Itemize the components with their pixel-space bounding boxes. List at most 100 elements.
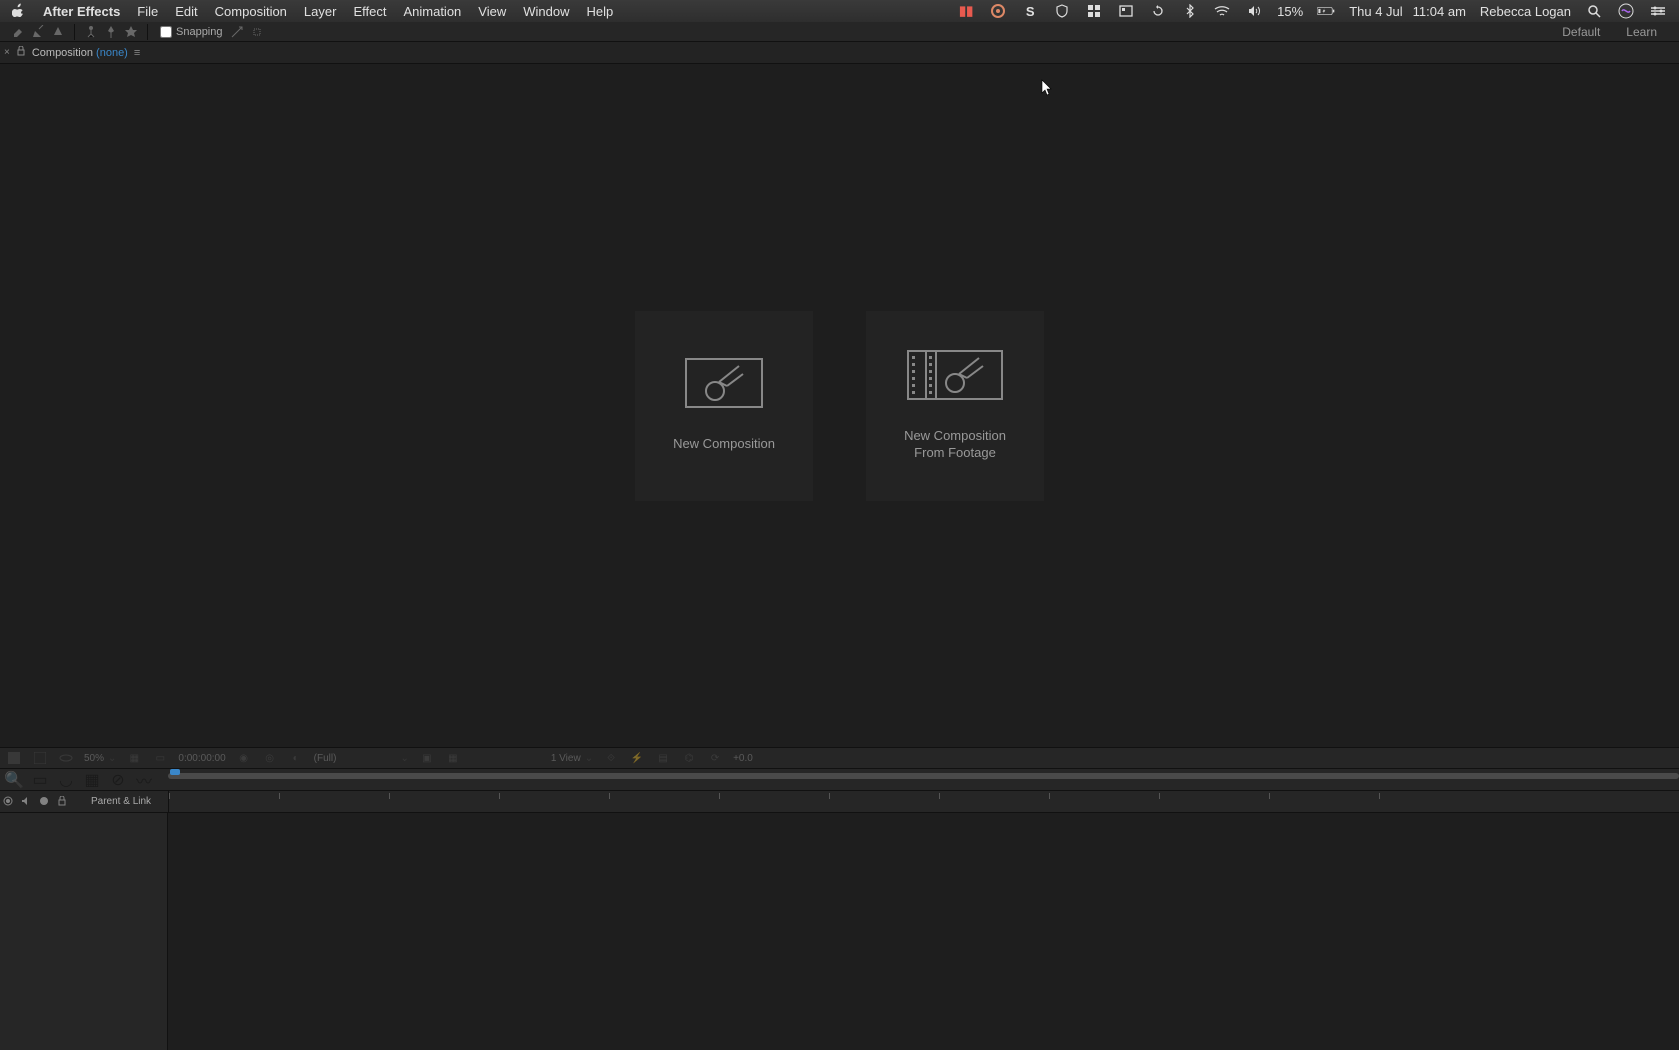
ae-toolbar: Snapping Default Learn	[0, 22, 1679, 42]
workarea-bar[interactable]	[168, 773, 1679, 779]
volume-icon[interactable]	[1245, 2, 1263, 20]
3d-icon[interactable]	[58, 750, 74, 766]
timeline-layer-list[interactable]	[0, 813, 168, 1050]
resolution-dropdown[interactable]: (Full) ⌄	[314, 753, 409, 764]
menu-help[interactable]: Help	[586, 4, 613, 19]
puppet-pin-icon[interactable]	[101, 22, 121, 42]
lock-toggle-icon[interactable]	[57, 796, 69, 808]
battery-percent[interactable]: 15%	[1277, 4, 1303, 19]
solo-toggle-icon[interactable]	[39, 796, 51, 808]
eraser-tool-icon[interactable]	[8, 22, 28, 42]
timecode-display[interactable]: 0:00:00:00	[178, 753, 225, 764]
spotlight-icon[interactable]	[1585, 2, 1603, 20]
chevron-down-icon: ⌄	[400, 753, 408, 764]
color-mgmt-icon[interactable]: ◐	[288, 750, 304, 766]
pause-status-icon[interactable]: ▮▮	[957, 2, 975, 20]
show-snapshot-icon[interactable]: ◎	[262, 750, 278, 766]
grid-icon[interactable]	[1085, 2, 1103, 20]
snapping-checkbox[interactable]	[160, 26, 172, 38]
app-name[interactable]: After Effects	[43, 4, 120, 19]
snap-edges-icon[interactable]	[227, 22, 247, 42]
panel-title-prefix[interactable]: Composition	[32, 47, 93, 59]
timeline-workarea-row: 🔍 ▭ ◡ ▦ ⊘ 〰	[0, 769, 1679, 791]
menu-window[interactable]: Window	[523, 4, 569, 19]
new-composition-footage-icon	[907, 350, 1003, 400]
date-time[interactable]: Thu 4 Jul 11:04 am	[1349, 4, 1466, 19]
new-composition-from-footage-card[interactable]: New Composition From Footage	[866, 311, 1044, 501]
timeline-tracks[interactable]	[168, 813, 1679, 1050]
pen-convert-icon[interactable]	[48, 22, 68, 42]
view-layout-dropdown[interactable]: 1 View ⌄	[551, 753, 593, 764]
motion-blur-icon[interactable]: ⊘	[110, 772, 126, 788]
letter-s-icon[interactable]: S	[1021, 2, 1039, 20]
guides-icon[interactable]: ▭	[152, 750, 168, 766]
composition-panel-tabbar: × Composition (none) ≡	[0, 42, 1679, 64]
view-layout-value: 1 View	[551, 753, 581, 764]
panel-close-icon[interactable]: ×	[4, 47, 10, 58]
menubar-user[interactable]: Rebecca Logan	[1480, 4, 1571, 19]
timeline-workarea[interactable]	[168, 769, 1679, 790]
playhead[interactable]	[170, 769, 180, 775]
timeline-body	[0, 813, 1679, 1050]
frame-blend-icon[interactable]: ▦	[84, 772, 100, 788]
menu-composition[interactable]: Composition	[215, 4, 287, 19]
roi-icon[interactable]: ▣	[419, 750, 435, 766]
menu-effect[interactable]: Effect	[353, 4, 386, 19]
control-center-icon[interactable]	[1649, 2, 1667, 20]
menu-animation[interactable]: Animation	[403, 4, 461, 19]
snap-collapse-icon[interactable]	[247, 22, 267, 42]
snapshot-icon[interactable]: ◉	[236, 750, 252, 766]
channel-icon[interactable]	[32, 750, 48, 766]
menu-view[interactable]: View	[478, 4, 506, 19]
timeline-column-toggles: Parent & Link	[0, 791, 168, 812]
fast-preview-icon[interactable]: ⚡	[629, 750, 645, 766]
panel-lock-icon[interactable]	[16, 46, 26, 59]
apple-logo-icon[interactable]	[12, 3, 26, 20]
siri-icon[interactable]	[1617, 2, 1635, 20]
timeline-icon[interactable]: ▤	[655, 750, 671, 766]
new-composition-card[interactable]: New Composition	[635, 311, 813, 501]
transparency-grid-icon[interactable]: ▦	[445, 750, 461, 766]
menu-edit[interactable]: Edit	[175, 4, 197, 19]
snapping-label: Snapping	[176, 26, 223, 38]
workspace-default[interactable]: Default	[1562, 25, 1600, 39]
backup-icon[interactable]	[1149, 2, 1167, 20]
search-icon[interactable]: 🔍	[6, 772, 22, 788]
bluetooth-icon[interactable]	[1181, 2, 1199, 20]
graph-editor-icon[interactable]: 〰	[136, 772, 152, 788]
cloud-status-icon[interactable]	[989, 2, 1007, 20]
menu-layer[interactable]: Layer	[304, 4, 337, 19]
comp-mini-icon[interactable]: ▭	[32, 772, 48, 788]
menu-file[interactable]: File	[137, 4, 158, 19]
exposure-reset-icon[interactable]: ⟳	[707, 750, 723, 766]
macos-menubar: After Effects File Edit Composition Laye…	[0, 0, 1679, 22]
new-composition-icon	[685, 358, 763, 408]
wifi-icon[interactable]	[1213, 2, 1231, 20]
workspace-tabs: Default Learn	[1562, 25, 1671, 39]
panel-menu-icon[interactable]: ≡	[134, 47, 140, 59]
battery-charging-icon[interactable]	[1317, 2, 1335, 20]
exposure-value[interactable]: +0.0	[733, 753, 753, 764]
pen-tool-icon[interactable]	[28, 22, 48, 42]
audio-toggle-icon[interactable]	[21, 796, 33, 808]
menubar-left: After Effects File Edit Composition Laye…	[12, 3, 613, 20]
menubar-time: 11:04 am	[1413, 4, 1466, 19]
grid-toggle-icon[interactable]: ▦	[126, 750, 142, 766]
shield-icon[interactable]	[1053, 2, 1071, 20]
workspace-learn[interactable]: Learn	[1626, 25, 1657, 39]
snapping-control[interactable]: Snapping	[160, 26, 223, 38]
zoom-dropdown[interactable]: 50% ⌄	[84, 753, 116, 764]
mouse-cursor-icon	[1041, 79, 1055, 102]
alpha-icon[interactable]	[6, 750, 22, 766]
shy-icon[interactable]: ◡	[58, 772, 74, 788]
puppet-tool-icon[interactable]	[81, 22, 101, 42]
composition-viewer: New Composition New Composition From Foo…	[0, 64, 1679, 747]
flowchart-icon[interactable]: ⌬	[681, 750, 697, 766]
pixel-aspect-icon[interactable]: ⟐	[603, 750, 619, 766]
puppet-starch-icon[interactable]	[121, 22, 141, 42]
time-ruler[interactable]	[168, 791, 1679, 812]
screen-icon[interactable]	[1117, 2, 1135, 20]
panel-title-none[interactable]: (none)	[96, 47, 128, 59]
parent-link-header[interactable]: Parent & Link	[91, 796, 151, 807]
video-toggle-icon[interactable]	[3, 796, 15, 808]
